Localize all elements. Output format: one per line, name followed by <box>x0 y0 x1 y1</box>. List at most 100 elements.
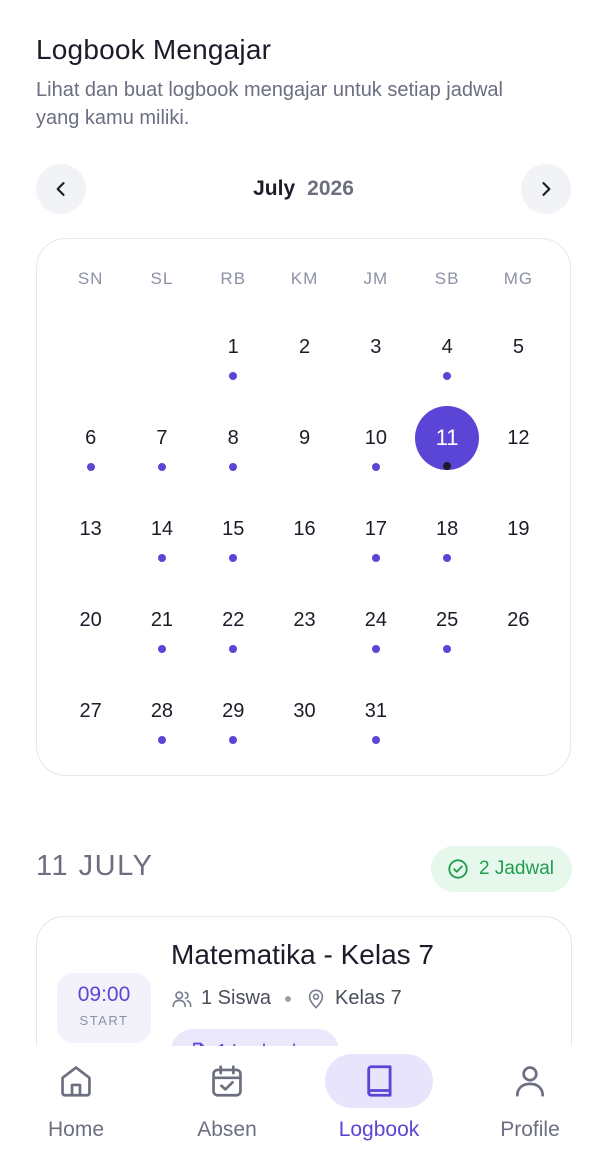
weekday-label: RB <box>220 269 247 288</box>
page-title: Logbook Mengajar <box>36 34 272 65</box>
calendar-day-number: 2 <box>298 335 311 358</box>
calendar-day-5[interactable]: 5 <box>483 317 554 408</box>
schedule-indicator-dot <box>86 463 95 471</box>
calendar-day-27[interactable]: 27 <box>55 681 126 772</box>
calendar-day-13[interactable]: 13 <box>55 499 126 590</box>
lesson-location: Kelas 7 <box>335 987 402 1009</box>
calendar-day-26[interactable]: 26 <box>483 590 554 681</box>
user-icon <box>515 1066 545 1097</box>
calendar-day-12[interactable]: 12 <box>483 408 554 499</box>
calendar-day-number: 1 <box>227 335 239 358</box>
lesson-time-value: 09:00 <box>77 983 131 1006</box>
calendar-day-8[interactable]: 8 <box>198 408 269 499</box>
nav-item-logbook[interactable]: Logbook <box>304 1046 454 1152</box>
calendar-day-23[interactable]: 23 <box>269 590 340 681</box>
current-month-label: July 2026 <box>36 164 571 214</box>
calendar-day-25[interactable]: 25 <box>411 590 482 681</box>
schedule-count-label: 2 Jadwal <box>479 858 554 879</box>
schedule-indicator-dot <box>371 554 380 562</box>
page-subtitle: Lihat dan buat logbook mengajar untuk se… <box>36 79 503 129</box>
nav-item-profile[interactable]: Profile <box>455 1046 605 1152</box>
calendar-day-9[interactable]: 9 <box>269 408 340 499</box>
weekday-label: MG <box>503 269 534 288</box>
calendar-day-number: 5 <box>512 335 524 358</box>
weekday-header-row: SN SL RB KM JM SB MG <box>55 267 554 291</box>
calendar-day-18[interactable]: 18 <box>411 499 482 590</box>
calendar-day-3[interactable]: 3 <box>340 317 411 408</box>
schedule-indicator-dot <box>371 736 380 744</box>
month-name: July <box>253 177 296 200</box>
users-icon <box>172 990 192 1007</box>
calendar-day-number: 31 <box>364 699 387 722</box>
calendar-day-14[interactable]: 14 <box>126 499 197 590</box>
calendar-day-number: 14 <box>150 517 174 540</box>
calendar-day-20[interactable]: 20 <box>55 590 126 681</box>
schedule-indicator-dot <box>443 554 452 562</box>
calendar-day-10[interactable]: 10 <box>340 408 411 499</box>
schedule-indicator-dot <box>229 645 238 653</box>
schedule-indicator-dot <box>371 645 380 653</box>
calendar-day-number: 25 <box>436 608 459 631</box>
calendar-day-number: 26 <box>507 608 530 631</box>
calendar-day-number: 21 <box>150 608 174 631</box>
calendar-day-30[interactable]: 30 <box>269 681 340 772</box>
calendar-day-number: 18 <box>436 517 459 540</box>
nav-icon-container <box>476 1054 584 1108</box>
calendar-day-1[interactable]: 1 <box>198 317 269 408</box>
calendar-day-24[interactable]: 24 <box>340 590 411 681</box>
lesson-start-time: 09:00 START <box>57 973 151 1043</box>
nav-label-profile: Profile <box>500 1118 560 1141</box>
schedule-count-badge: 2 Jadwal <box>431 846 572 892</box>
calendar-day-number: 27 <box>79 699 102 722</box>
schedule-indicator-dot <box>229 463 238 471</box>
calendar-day-11[interactable]: 11 <box>411 406 482 499</box>
selected-date-heading: 11 JULY <box>36 850 154 882</box>
nav-label-logbook: Logbook <box>338 1118 420 1141</box>
calendar-day-17[interactable]: 17 <box>340 499 411 590</box>
calendar-day-number: 30 <box>293 699 316 722</box>
schedule-indicator-dot <box>229 554 238 562</box>
lesson-meta: 1 Siswa Kelas 7 <box>171 987 402 1010</box>
calendar-day-19[interactable]: 19 <box>483 499 554 590</box>
calendar-day-number: 24 <box>364 608 387 631</box>
calendar-day-29[interactable]: 29 <box>198 681 269 772</box>
calendar-day-31[interactable]: 31 <box>340 681 411 772</box>
weekday-label: SL <box>150 269 174 288</box>
map-pin-icon <box>308 988 324 1009</box>
calendar-day-7[interactable]: 7 <box>126 408 197 499</box>
calendar-day-28[interactable]: 28 <box>126 681 197 772</box>
calendar-day-22[interactable]: 22 <box>198 590 269 681</box>
calendar-day-number: 4 <box>441 335 453 358</box>
calendar-day-4[interactable]: 4 <box>411 317 482 408</box>
calendar-day-6[interactable]: 6 <box>55 408 126 499</box>
calendar-blank-cell <box>55 317 126 408</box>
nav-item-absen[interactable]: Absen <box>152 1046 302 1152</box>
schedule-indicator-dot <box>229 372 238 380</box>
calendar-day-number: 11 <box>415 406 480 470</box>
nav-icon-container <box>173 1054 281 1108</box>
calendar-day-number: 16 <box>293 517 316 540</box>
schedule-indicator-dot <box>157 554 166 562</box>
month-navigator: July 2026 <box>36 164 571 214</box>
calendar-day-number: 23 <box>293 608 316 631</box>
nav-icon-container <box>22 1054 130 1108</box>
calendar-day-16[interactable]: 16 <box>269 499 340 590</box>
month-calendar: SN SL RB KM JM SB MG 1 2 3 4 5 6 7 8 9 10 11 12 13 14 15 16 17… <box>36 238 571 776</box>
next-month-button[interactable] <box>521 164 571 214</box>
calendar-day-number: 17 <box>364 517 387 540</box>
schedule-indicator-dot <box>229 736 238 744</box>
calendar-day-21[interactable]: 21 <box>126 590 197 681</box>
schedule-indicator-dot <box>157 645 166 653</box>
calendar-day-number: 22 <box>222 608 245 631</box>
nav-item-home[interactable]: Home <box>1 1046 151 1152</box>
meta-separator <box>285 995 292 1002</box>
calendar-day-2[interactable]: 2 <box>269 317 340 408</box>
weekday-label: KM <box>290 269 319 288</box>
calendar-day-number: 20 <box>79 608 102 631</box>
calendar-day-number: 12 <box>507 426 530 449</box>
calendar-blank-cell <box>126 317 197 408</box>
calendar-day-15[interactable]: 15 <box>198 499 269 590</box>
lesson-students: 1 Siswa <box>201 987 272 1009</box>
calendar-day-number: 9 <box>298 426 311 449</box>
schedule-indicator-dot <box>157 463 166 471</box>
